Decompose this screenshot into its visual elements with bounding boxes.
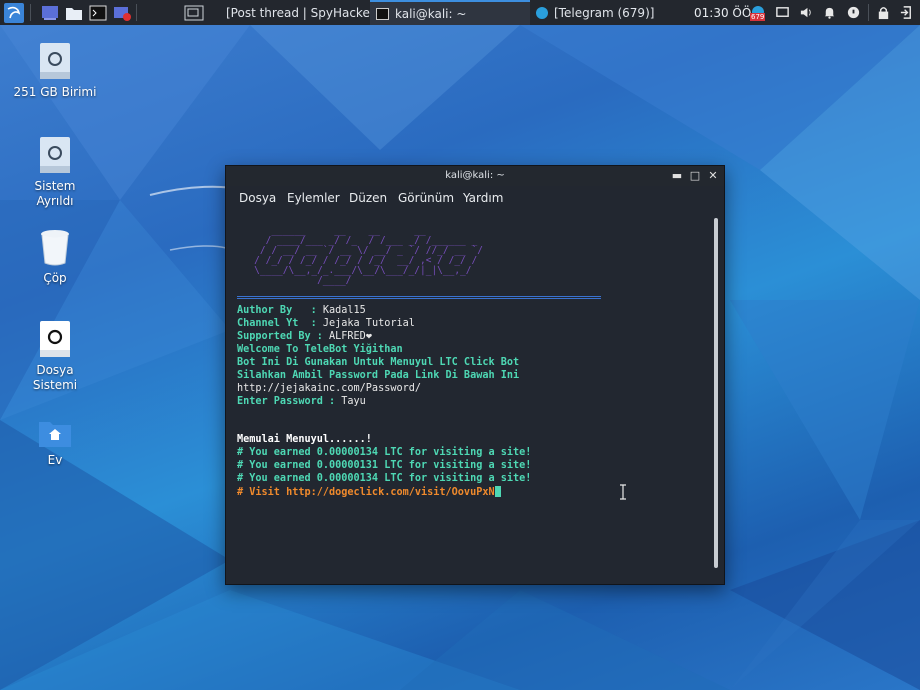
text-cursor xyxy=(494,486,501,497)
separator-line xyxy=(237,296,601,299)
author-line: Author By : Kadal15 xyxy=(237,305,366,316)
desktop-icon-label: Sistem Ayrıldı xyxy=(34,179,76,208)
menu-bar: Dosya Eylemler Düzen Görünüm Yardım xyxy=(226,186,724,210)
password-url-line: http://jejakainc.com/Password/ xyxy=(237,383,422,394)
task-firefox[interactable]: [Post thread | SpyHacke... xyxy=(214,0,376,25)
terminal-scrollbar[interactable] xyxy=(714,218,718,568)
menu-view[interactable]: Görünüm xyxy=(398,191,454,205)
enter-password-line: Enter Password : Tayu xyxy=(237,396,366,407)
password-hint-line: Silahkan Ambil Password Pada Link Di Baw… xyxy=(237,370,520,381)
notification-bell-icon[interactable] xyxy=(822,5,837,20)
telegram-icon xyxy=(536,6,548,19)
maximize-button[interactable]: □ xyxy=(688,168,702,184)
terminal-icon xyxy=(376,7,389,20)
earned-line: # You earned 0.00000134 LTC for visiting… xyxy=(237,447,532,458)
terminal-icon xyxy=(89,5,107,20)
close-button[interactable]: ✕ xyxy=(706,168,720,184)
task-label: [Post thread | SpyHacke... xyxy=(226,5,376,20)
visit-line: # Visit http://dogeclick.com/visit/OovuP… xyxy=(237,486,501,500)
window-title: kali@kali: ~ xyxy=(445,170,505,181)
ascii-art-banner: ______ __ __ __ / ____/___ _/ /_ / /___ … xyxy=(254,225,483,286)
desktop-icon-label: Ev xyxy=(47,453,63,467)
menu-file[interactable]: Dosya xyxy=(239,191,276,205)
drive-icon xyxy=(40,43,70,79)
earned-line: # You earned 0.00000134 LTC for visiting… xyxy=(237,473,532,484)
kali-menu-button[interactable] xyxy=(2,0,26,25)
ibeam-cursor-icon xyxy=(620,484,626,500)
drive-icon xyxy=(40,137,70,173)
desktop-icon-file-system[interactable]: Dosya Sistemi xyxy=(10,320,100,393)
lock-icon[interactable] xyxy=(876,5,891,20)
kali-logo-icon xyxy=(4,2,24,23)
desktop-icon-volume[interactable]: 251 GB Birimi xyxy=(10,42,100,100)
file-manager-launcher[interactable] xyxy=(62,0,86,25)
drive-icon xyxy=(40,321,70,357)
menu-help[interactable]: Yardım xyxy=(463,191,503,205)
menu-edit[interactable]: Düzen xyxy=(349,191,387,205)
desktop-icon-system-reserved[interactable]: Sistem Ayrıldı xyxy=(10,136,100,209)
channel-line: Channel Yt : Jejaka Tutorial xyxy=(237,318,415,329)
terminal-window[interactable]: kali@kali: ~ ▬ □ ✕ Dosya Eylemler Düzen … xyxy=(225,165,725,585)
logout-icon[interactable] xyxy=(899,5,914,20)
supported-line: Supported By : ALFRED❤ xyxy=(237,331,372,342)
desktop-icon-label: Çöp xyxy=(43,271,67,285)
screen-record-icon xyxy=(114,6,131,21)
clock[interactable]: 01:30 ÖÖ xyxy=(694,0,751,25)
trash-icon xyxy=(41,230,69,266)
clock-text: 01:30 ÖÖ xyxy=(694,5,752,20)
screen-recorder-launcher[interactable] xyxy=(110,0,134,25)
task-telegram[interactable]: [Telegram (679)] xyxy=(530,0,686,25)
terminal-launcher[interactable] xyxy=(86,0,110,25)
task-label: kali@kali: ~ xyxy=(395,6,467,21)
desktop-icon-label: 251 GB Birimi xyxy=(13,85,97,99)
workspace-icon xyxy=(184,5,204,20)
terminal-output[interactable]: ______ __ __ __ / ____/___ _/ /_ / /___ … xyxy=(226,212,724,584)
welcome-line: Welcome To TeleBot Yiğithan xyxy=(237,344,403,355)
menu-actions[interactable]: Eylemler xyxy=(287,191,340,205)
task-terminal[interactable]: kali@kali: ~ xyxy=(370,0,530,25)
desktop-icon-trash[interactable]: Çöp xyxy=(10,228,100,286)
telegram-tray-icon[interactable]: 679 xyxy=(750,5,766,21)
desktop-icon xyxy=(42,5,58,20)
display-icon[interactable] xyxy=(775,5,790,20)
notification-badge: 679 xyxy=(750,13,766,21)
window-titlebar[interactable]: kali@kali: ~ ▬ □ ✕ xyxy=(226,166,724,186)
show-desktop-button[interactable] xyxy=(38,0,62,25)
task-label: [Telegram (679)] xyxy=(554,5,655,20)
minimize-button[interactable]: ▬ xyxy=(670,168,684,184)
folder-icon xyxy=(66,7,82,20)
desktop-icon-label: Dosya Sistemi xyxy=(32,363,78,392)
desktop-icon-home[interactable]: Ev xyxy=(10,418,100,468)
volume-icon[interactable] xyxy=(799,5,814,20)
power-icon[interactable] xyxy=(846,5,861,20)
top-panel: [Post thread | SpyHacke... kali@kali: ~ … xyxy=(0,0,920,25)
earned-line: # You earned 0.00000131 LTC for visiting… xyxy=(237,460,532,471)
bot-description-line: Bot Ini Di Gunakan Untuk Menuyul LTC Cli… xyxy=(237,357,520,368)
workspace-switcher[interactable] xyxy=(182,0,206,25)
home-folder-icon xyxy=(39,422,71,447)
start-line: Memulai Menuyul......! xyxy=(237,434,372,445)
